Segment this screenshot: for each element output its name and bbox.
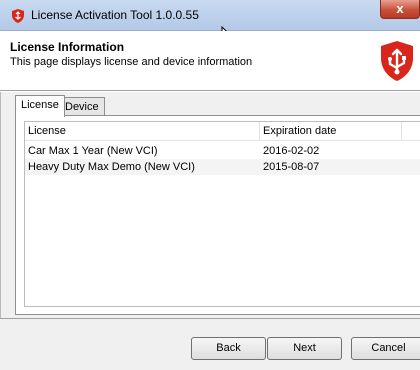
next-button[interactable]: Next — [267, 337, 342, 360]
list-header: License Expiration date — [25, 122, 420, 141]
title-bar[interactable]: License Activation Tool 1.0.0.55 x — [0, 0, 420, 31]
back-button[interactable]: Back — [191, 337, 266, 360]
close-button[interactable]: x — [380, 0, 420, 19]
brand-shield-icon — [381, 41, 413, 81]
expiration-date: 2015-08-07 — [263, 161, 320, 173]
license-tab-panel: License Expiration date Car Max 1 Year (… — [15, 115, 420, 315]
expiration-date: 2016-02-02 — [263, 145, 320, 157]
tab-license[interactable]: License — [15, 95, 65, 117]
wizard-button-bar: Back Next Cancel — [0, 318, 420, 370]
content-area: License Device License Expiration date C… — [0, 92, 420, 318]
page-header: License Information This page displays l… — [0, 31, 420, 91]
list-item[interactable]: Car Max 1 Year (New VCI) 2016-02-02 — [25, 143, 420, 159]
page-subtitle: This page displays license and device in… — [10, 56, 253, 68]
column-header-license[interactable]: License — [25, 122, 260, 141]
license-list[interactable]: License Expiration date Car Max 1 Year (… — [24, 121, 420, 307]
app-shield-icon — [12, 9, 24, 23]
page-title: License Information — [10, 40, 125, 54]
list-item[interactable]: Heavy Duty Max Demo (New VCI) 2015-08-07 — [25, 159, 420, 175]
license-name: Heavy Duty Max Demo (New VCI) — [28, 161, 195, 173]
license-name: Car Max 1 Year (New VCI) — [28, 145, 158, 157]
tab-device[interactable]: Device — [59, 97, 105, 116]
cancel-button[interactable]: Cancel — [351, 337, 420, 360]
window-title: License Activation Tool 1.0.0.55 — [31, 8, 199, 22]
column-header-expiration-date[interactable]: Expiration date — [260, 122, 402, 141]
